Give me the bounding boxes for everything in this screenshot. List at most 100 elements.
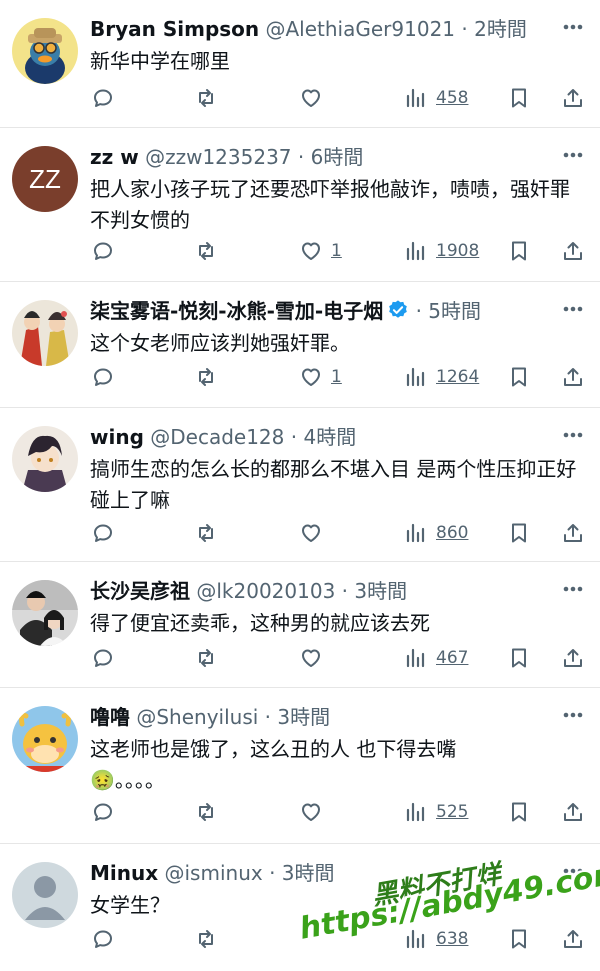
tweet-actions: 638 — [0, 924, 600, 954]
avatar[interactable] — [12, 580, 78, 646]
views-button[interactable]: 1908 — [404, 236, 479, 266]
timestamp[interactable]: 3時間 — [354, 579, 407, 603]
like-button[interactable]: 1 — [299, 362, 342, 392]
more-options-button[interactable] — [560, 858, 586, 884]
bookmark-button[interactable] — [507, 236, 531, 266]
more-options-button[interactable] — [560, 296, 586, 322]
views-count: 860 — [436, 523, 469, 543]
like-button[interactable] — [299, 83, 323, 113]
timestamp[interactable]: 5時間 — [428, 299, 481, 323]
bookmark-button[interactable] — [507, 362, 531, 392]
author-handle[interactable]: @Decade128 — [150, 425, 284, 449]
reply-button[interactable] — [91, 236, 115, 266]
share-button[interactable] — [561, 924, 585, 954]
share-button[interactable] — [561, 83, 585, 113]
like-button[interactable]: 1 — [299, 236, 342, 266]
avatar[interactable] — [12, 706, 78, 772]
avatar[interactable] — [12, 862, 78, 928]
tweet-actions: 467 — [0, 643, 600, 673]
author-handle[interactable]: @zzw1235237 — [145, 145, 291, 169]
author-handle[interactable]: @AlethiaGer91021 — [266, 17, 456, 41]
more-options-button[interactable] — [560, 14, 586, 40]
repost-button[interactable] — [194, 236, 218, 266]
timestamp[interactable]: 2時間 — [474, 17, 527, 41]
tweet-text: 女学生？ — [90, 893, 170, 917]
share-icon — [564, 524, 582, 542]
avatar[interactable] — [12, 426, 78, 492]
repost-button[interactable] — [194, 924, 218, 954]
reply-button[interactable] — [91, 518, 115, 548]
bookmark-button[interactable] — [507, 518, 531, 548]
repost-button[interactable] — [194, 643, 218, 673]
heart-icon — [302, 803, 320, 821]
author-name[interactable]: zz w — [90, 145, 139, 169]
views-button[interactable]: 1264 — [404, 362, 479, 392]
separator: · — [461, 17, 468, 41]
share-button[interactable] — [561, 362, 585, 392]
bookmark-icon — [512, 523, 526, 543]
repost-button[interactable] — [194, 362, 218, 392]
share-button[interactable] — [561, 643, 585, 673]
bookmark-button[interactable] — [507, 797, 531, 827]
repost-button[interactable] — [194, 797, 218, 827]
author-name[interactable]: Bryan Simpson — [90, 17, 259, 41]
views-button[interactable]: 860 — [404, 518, 468, 548]
reply-button[interactable] — [91, 643, 115, 673]
author-name[interactable]: Minux — [90, 861, 158, 885]
repost-button[interactable] — [194, 83, 218, 113]
author-name[interactable]: 长沙吴彦祖 — [90, 579, 190, 603]
author-handle[interactable]: @Shenyilusi — [136, 705, 258, 729]
share-icon — [564, 930, 582, 948]
default-avatar-icon — [12, 862, 78, 928]
tweet-header: zz w @zzw1235237 · 6時間 — [90, 144, 552, 170]
tweet[interactable]: ZZ zz w @zzw1235237 · 6時間 把人家小孩子玩了还要恐吓举报… — [0, 128, 600, 282]
tweet-text: 搞师生恋的怎么长的都那么不堪入目 是两个性压抑正好碰上了嘛 — [90, 457, 577, 512]
avatar[interactable]: ZZ — [12, 146, 78, 212]
bookmark-icon — [512, 802, 526, 822]
tweet[interactable]: wing @Decade128 · 4時間 搞师生恋的怎么长的都那么不堪入目 是… — [0, 408, 600, 562]
timestamp[interactable]: 3時間 — [277, 705, 330, 729]
tweet-text: 这个女老师应该判她强奸罪。 — [90, 331, 350, 355]
bookmark-button[interactable] — [507, 924, 531, 954]
avatar[interactable] — [12, 300, 78, 366]
more-options-button[interactable] — [560, 576, 586, 602]
timestamp[interactable]: 6時間 — [311, 145, 364, 169]
author-name[interactable]: 柒宝雾语-悦刻-冰熊-雪加-电子烟 — [90, 299, 383, 323]
tweet[interactable]: 噜噜 @Shenyilusi · 3時間 这老师也是饿了，这么丑的人 也下得去嘴… — [0, 688, 600, 844]
bookmark-icon — [512, 367, 526, 387]
duck-avatar-icon — [12, 18, 78, 84]
share-button[interactable] — [561, 236, 585, 266]
views-button[interactable]: 525 — [404, 797, 468, 827]
author-handle[interactable]: @isminux — [165, 861, 263, 885]
views-chart-icon — [406, 648, 425, 668]
tweet[interactable]: Minux @isminux · 3時間 女学生？ 638 — [0, 844, 600, 971]
share-button[interactable] — [561, 797, 585, 827]
author-name[interactable]: wing — [90, 425, 144, 449]
like-button[interactable] — [299, 518, 323, 548]
views-button[interactable]: 467 — [404, 643, 468, 673]
more-options-button[interactable] — [560, 142, 586, 168]
views-button[interactable]: 638 — [404, 924, 468, 954]
like-button[interactable] — [299, 797, 323, 827]
bookmark-button[interactable] — [507, 643, 531, 673]
repost-button[interactable] — [194, 518, 218, 548]
bookmark-button[interactable] — [507, 83, 531, 113]
avatar[interactable] — [12, 18, 78, 84]
timestamp[interactable]: 3時間 — [282, 861, 335, 885]
reply-button[interactable] — [91, 83, 115, 113]
like-button[interactable] — [299, 643, 323, 673]
tweet[interactable]: 长沙吴彦祖 @lk20020103 · 3時間 得了便宜还卖乖，这种男的就应该去… — [0, 562, 600, 688]
tweet[interactable]: 柒宝雾语-悦刻-冰熊-雪加-电子烟 · 5時間 这个女老师应该判她强奸罪。 1 … — [0, 282, 600, 408]
share-button[interactable] — [561, 518, 585, 548]
views-button[interactable]: 458 — [404, 83, 468, 113]
author-handle[interactable]: @lk20020103 — [196, 579, 335, 603]
tweet[interactable]: Bryan Simpson @AlethiaGer91021 · 2時間 新华中… — [0, 0, 600, 128]
author-name[interactable]: 噜噜 — [90, 705, 130, 729]
reply-button[interactable] — [91, 362, 115, 392]
reply-button[interactable] — [91, 797, 115, 827]
anime-character-avatar-icon — [12, 426, 78, 492]
more-options-button[interactable] — [560, 702, 586, 728]
more-options-button[interactable] — [560, 422, 586, 448]
timestamp[interactable]: 4時間 — [303, 425, 356, 449]
reply-button[interactable] — [91, 924, 115, 954]
